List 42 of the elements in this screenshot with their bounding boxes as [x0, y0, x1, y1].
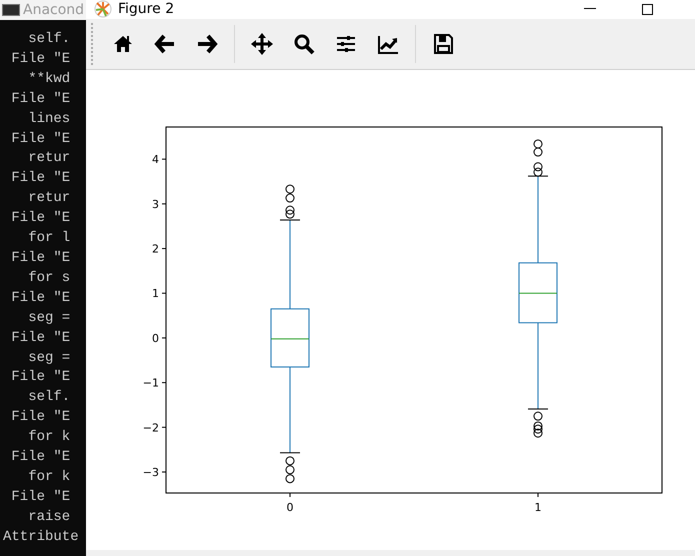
y-tick-label: 3	[152, 198, 159, 212]
console-line: File "E	[10, 368, 72, 388]
x-tick-label: 0	[286, 501, 294, 514]
console-line: File "E	[10, 50, 72, 69]
console-line: raise	[27, 508, 72, 527]
console-line: **kwd	[27, 70, 72, 89]
console-line: File "E	[10, 328, 72, 348]
console-line: File "E	[10, 488, 72, 507]
console-line: retur	[27, 189, 72, 208]
y-tick-label: 0	[152, 332, 159, 346]
y-tick-label: 2	[152, 242, 159, 256]
window-title: Figure 2	[118, 1, 174, 18]
y-tick-label: 4	[152, 154, 159, 167]
y-tick-label: 1	[152, 288, 159, 301]
console-line: File "E	[10, 288, 72, 308]
console-line: for l	[27, 229, 72, 248]
console-line: Attribute	[2, 528, 80, 547]
console-line: File "E	[10, 130, 72, 149]
minimize-icon[interactable]	[584, 8, 596, 10]
console-line: self.	[27, 388, 72, 408]
console-line: seg =	[27, 348, 72, 368]
console-line: lines	[27, 110, 72, 129]
console-line: seg =	[27, 308, 72, 328]
console-line: for k	[27, 428, 72, 448]
x-tick-label: 1	[534, 501, 542, 514]
terminal-icon	[2, 4, 20, 16]
console-line: for k	[27, 468, 72, 487]
y-tick-label: −3	[142, 466, 159, 480]
y-tick-label: −1	[142, 377, 159, 390]
console-line: retur	[27, 149, 72, 168]
console-line: File "E	[10, 448, 72, 468]
console-line: File "E	[10, 169, 72, 188]
y-tick-label: −2	[142, 422, 159, 435]
console-line: self.	[27, 30, 72, 49]
maximize-icon[interactable]	[642, 4, 653, 15]
window-title: Anacond	[23, 2, 84, 18]
console-line: File "E	[10, 209, 72, 228]
console-line: for s	[27, 268, 72, 288]
console-line: File "E	[10, 90, 72, 109]
console-line: File "E	[10, 408, 72, 428]
toolbar-grip[interactable]	[91, 23, 96, 66]
console-line: File "E	[10, 248, 72, 268]
